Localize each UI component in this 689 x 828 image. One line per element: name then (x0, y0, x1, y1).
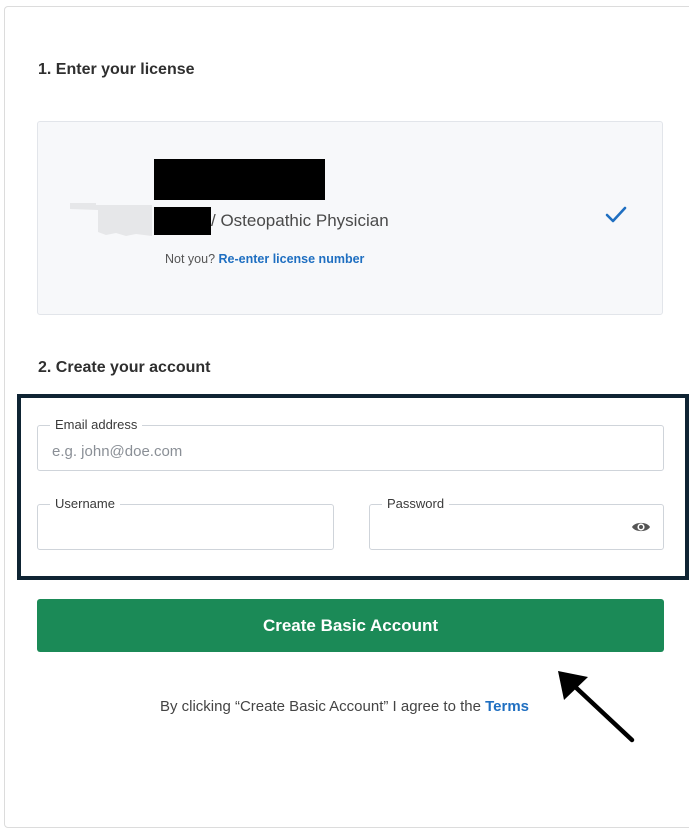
terms-text: By clicking “Create Basic Account” I agr… (159, 698, 481, 715)
check-icon (605, 206, 627, 223)
username-input[interactable] (38, 505, 333, 549)
reenter-license-link[interactable]: Re-enter license number (219, 252, 365, 266)
password-field: Password (369, 496, 664, 550)
not-you-text: Not you? (165, 252, 216, 266)
create-basic-account-button[interactable]: Create Basic Account (37, 599, 664, 652)
step2-title: 2. Create your account (38, 359, 211, 376)
not-you-line: Not you? Re-enter license number (165, 252, 364, 266)
eye-icon[interactable] (631, 520, 651, 534)
password-input[interactable] (370, 505, 663, 549)
state-shape-icon (70, 203, 152, 236)
redacted-license-number (154, 207, 211, 235)
pointer-arrow-icon (558, 671, 635, 743)
email-field: Email address (37, 417, 664, 471)
username-field: Username (37, 496, 334, 550)
license-type: / Osteopathic Physician (211, 211, 389, 230)
terms-link[interactable]: Terms (485, 698, 529, 715)
step1-title: 1. Enter your license (38, 61, 195, 78)
redacted-name (154, 159, 325, 200)
email-input[interactable] (38, 426, 663, 470)
